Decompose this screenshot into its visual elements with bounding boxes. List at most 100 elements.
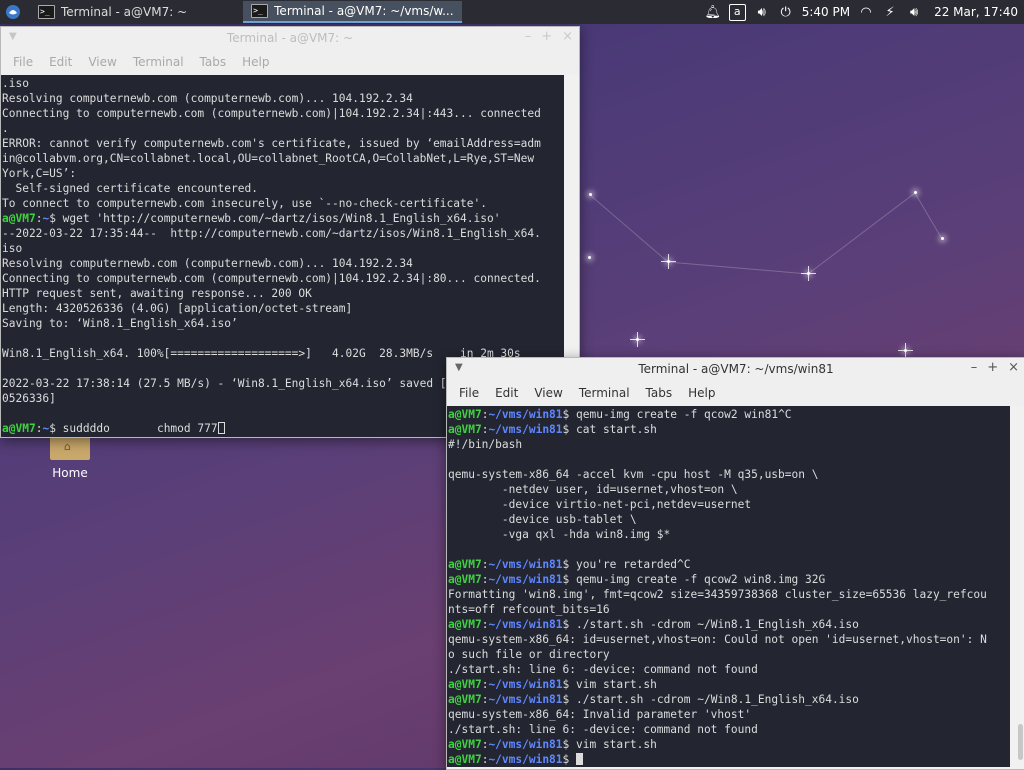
- terminal-icon: >_: [38, 5, 55, 19]
- terminal-line: Saving to: ‘Win8.1_English_x64.iso’: [2, 317, 238, 330]
- menu-view[interactable]: View: [80, 55, 124, 69]
- maximize-icon[interactable]: +: [987, 360, 998, 375]
- prompt-path: ~/vms/win81: [488, 558, 563, 571]
- terminal-line: a@VM7:~/vms/win81$ qemu-img create -f qc…: [448, 408, 792, 421]
- menu-help[interactable]: Help: [234, 55, 277, 69]
- menu-tabs[interactable]: Tabs: [638, 386, 681, 400]
- wallpaper-star: [661, 254, 676, 269]
- terminal-line: a@VM7:~/vms/win81$ ./start.sh -cdrom ~/W…: [448, 693, 859, 706]
- desktop-icon-label: Home: [52, 466, 88, 480]
- terminal-scrollbar[interactable]: [1018, 724, 1023, 760]
- prompt-user: a@VM7: [448, 423, 482, 436]
- maximize-icon[interactable]: +: [541, 29, 552, 44]
- terminal-line: Connecting to computernewb.com (computer…: [2, 107, 541, 120]
- terminal-line: qemu-system-x86_64 -accel kvm -cpu host …: [448, 468, 819, 481]
- prompt-user: a@VM7: [448, 408, 482, 421]
- xfce-mouse-icon: [6, 5, 20, 19]
- taskbar-item-terminal-home[interactable]: >_ Terminal - a@VM7: ~: [30, 1, 195, 23]
- system-tray: 🔔︎ a 🔊︎ ⏻ 5:40 PM ◠ ⚡︎ 🔊︎ 22 Mar, 17:40: [704, 3, 1024, 21]
- prompt-command: $ suddddo chmod 777: [49, 422, 218, 435]
- prompt-user: a@VM7: [448, 558, 482, 571]
- terminal-line: #!/bin/bash: [448, 438, 523, 451]
- menu-view[interactable]: View: [526, 386, 570, 400]
- prompt-path: ~/vms/win81: [488, 573, 563, 586]
- terminal-line: -device usb-tablet \: [448, 513, 637, 526]
- keyboard-layout-indicator[interactable]: a: [728, 3, 746, 21]
- window-menu-icon[interactable]: ▼: [455, 362, 463, 373]
- terminal-line: a@VM7:~$ wget 'http://computernewb.com/~…: [2, 212, 501, 225]
- bell-icon[interactable]: 🔔︎: [704, 4, 721, 20]
- prompt-user: a@VM7: [2, 422, 36, 435]
- window-menu-icon[interactable]: ▼: [9, 31, 17, 42]
- prompt-user: a@VM7: [448, 738, 482, 751]
- menu-terminal[interactable]: Terminal: [125, 55, 192, 69]
- minimize-icon[interactable]: –: [971, 360, 978, 375]
- menu-file[interactable]: File: [451, 386, 487, 400]
- terminal-line: .iso: [2, 77, 29, 90]
- terminal-line: ./start.sh: line 6: -device: command not…: [448, 663, 758, 676]
- prompt-user: a@VM7: [448, 618, 482, 631]
- prompt-command: $: [562, 753, 577, 766]
- menu-terminal[interactable]: Terminal: [571, 386, 638, 400]
- terminal-line: Self-signed certificate encountered.: [2, 182, 258, 195]
- window-titlebar[interactable]: ▼ Terminal - a@VM7: ~/vms/win81 – + ×: [447, 358, 1024, 380]
- clock-time[interactable]: 5:40 PM: [802, 5, 850, 19]
- speaker-icon[interactable]: 🔊︎: [906, 4, 922, 20]
- battery-bolt-icon[interactable]: ⚡︎: [882, 4, 898, 20]
- prompt-path: ~/vms/win81: [488, 693, 563, 706]
- terminal-line: -vga qxl -hda win8.img $*: [448, 528, 671, 541]
- prompt-user: a@VM7: [448, 678, 482, 691]
- top-panel: >_ Terminal - a@VM7: ~ >_ Terminal - a@V…: [0, 0, 1024, 24]
- terminal-line: nts=off refcount_bits=16: [448, 603, 610, 616]
- terminal-line: .: [2, 122, 9, 135]
- prompt-path: ~/vms/win81: [488, 423, 563, 436]
- wallpaper-star: [914, 191, 917, 194]
- terminal-line: ERROR: cannot verify computernewb.com's …: [2, 137, 541, 150]
- text-cursor: [576, 753, 584, 765]
- terminal-line: Connecting to computernewb.com (computer…: [2, 272, 541, 285]
- terminal-line: in@collabvm.org,CN=collabnet.local,OU=co…: [2, 152, 535, 165]
- terminal-line: HTTP request sent, awaiting response... …: [2, 287, 312, 300]
- power-icon[interactable]: ⏻: [778, 4, 794, 20]
- terminal-line: Length: 4320526336 (4.0G) [application/o…: [2, 302, 353, 315]
- taskbar-item-terminal-win81[interactable]: >_ Terminal - a@VM7: ~/vms/w...: [243, 1, 462, 23]
- menu-tabs[interactable]: Tabs: [192, 55, 235, 69]
- terminal-line: Formatting 'win8.img', fmt=qcow2 size=34…: [448, 588, 987, 601]
- terminal-output[interactable]: a@VM7:~/vms/win81$ qemu-img create -f qc…: [447, 406, 1010, 767]
- clock-datetime[interactable]: 22 Mar, 17:40: [934, 5, 1018, 19]
- menu-edit[interactable]: Edit: [487, 386, 526, 400]
- terminal-line: a@VM7:~/vms/win81$ you're retarded^C: [448, 558, 691, 571]
- wifi-icon[interactable]: ◠: [858, 4, 874, 20]
- terminal-window-win81[interactable]: ▼ Terminal - a@VM7: ~/vms/win81 – + × Fi…: [446, 357, 1024, 770]
- prompt-command: $ you're retarded^C: [562, 558, 691, 571]
- speaker-icon[interactable]: 🔊︎: [754, 4, 770, 20]
- menu-help[interactable]: Help: [680, 386, 723, 400]
- terminal-line: Resolving computernewb.com (computernewb…: [2, 257, 413, 270]
- prompt-path: ~/vms/win81: [488, 618, 563, 631]
- menu-edit[interactable]: Edit: [41, 55, 80, 69]
- wallpaper-star: [630, 332, 645, 347]
- taskbar-item-label: Terminal - a@VM7: ~/vms/w...: [274, 4, 454, 18]
- desktop-icon-home[interactable]: ⌂ Home: [38, 427, 102, 480]
- wallpaper-star: [941, 237, 944, 240]
- terminal-line: a@VM7:~/vms/win81$ vim start.sh: [448, 738, 657, 751]
- terminal-icon: >_: [251, 4, 269, 18]
- prompt-command: $ cat start.sh: [562, 423, 657, 436]
- terminal-line: a@VM7:~/vms/win81$ ./start.sh -cdrom ~/W…: [448, 618, 859, 631]
- prompt-command: $ vim start.sh: [562, 738, 657, 751]
- applications-menu-button[interactable]: [0, 0, 26, 24]
- close-icon[interactable]: ×: [1008, 360, 1019, 375]
- close-icon[interactable]: ×: [562, 29, 573, 44]
- terminal-line: York,C=US’:: [2, 167, 77, 180]
- terminal-line: -device virtio-net-pci,netdev=usernet: [448, 498, 752, 511]
- menu-file[interactable]: File: [5, 55, 41, 69]
- prompt-user: a@VM7: [448, 573, 482, 586]
- prompt-command: $ qemu-img create -f qcow2 win81^C: [562, 408, 792, 421]
- window-titlebar[interactable]: ▼ Terminal - a@VM7: ~ – + ×: [1, 27, 579, 49]
- prompt-user: a@VM7: [448, 753, 482, 766]
- prompt-user: a@VM7: [2, 212, 36, 225]
- minimize-icon[interactable]: –: [525, 29, 532, 44]
- wallpaper-star: [898, 343, 913, 358]
